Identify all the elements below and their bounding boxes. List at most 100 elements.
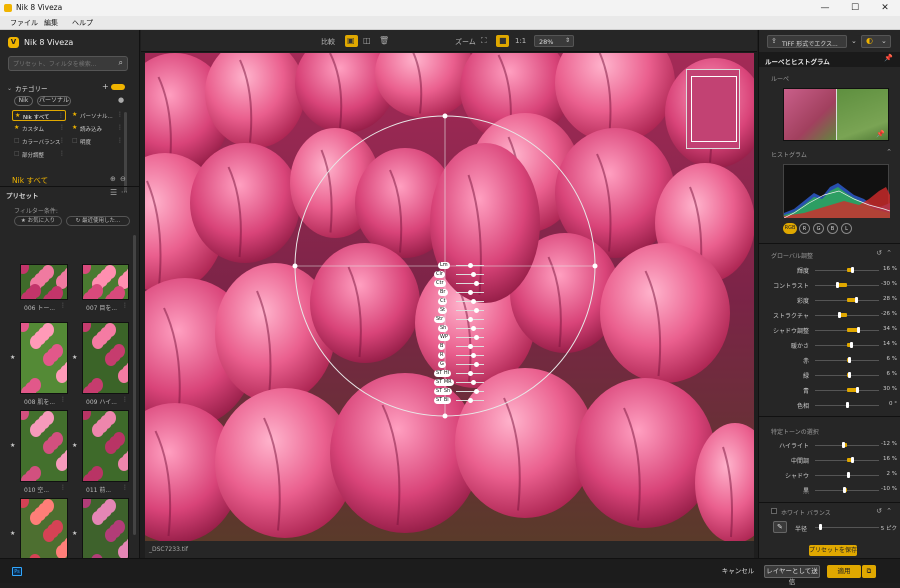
preset-thumbnail[interactable]	[82, 322, 129, 394]
channel-rgb-button[interactable]: RGB	[783, 223, 797, 234]
control-point-tag[interactable]: Str	[434, 316, 446, 323]
add-preset-icon[interactable]: ⊕	[110, 175, 116, 183]
control-point-knob[interactable]	[474, 281, 479, 286]
more-options-icon[interactable]: ⋯	[121, 188, 128, 196]
preset-thumbnail[interactable]	[20, 264, 68, 300]
control-point-tag[interactable]: Ctr	[434, 280, 446, 287]
more-icon[interactable]: ⋮	[117, 111, 123, 118]
search-input[interactable]	[13, 59, 113, 69]
star-icon[interactable]: ★	[72, 124, 77, 131]
navigator-viewport[interactable]	[691, 76, 737, 142]
control-point-slider[interactable]	[456, 337, 484, 338]
save-preset-button[interactable]: プリセットを保存	[809, 545, 857, 556]
search-box[interactable]: ⌕	[8, 56, 128, 71]
control-point-knob[interactable]	[471, 380, 476, 385]
menu-help[interactable]: ヘルプ	[72, 18, 93, 28]
export-chevron-icon[interactable]: ⌄	[851, 37, 857, 45]
slider-knob[interactable]	[857, 327, 860, 333]
global-collapse-icon[interactable]: ⌃	[886, 249, 892, 257]
control-point-slider[interactable]	[456, 310, 484, 311]
star-icon[interactable]: ★	[14, 124, 19, 131]
checkbox[interactable]: □	[14, 150, 20, 157]
more-icon[interactable]: ⋮	[59, 137, 65, 144]
slider-knob[interactable]	[842, 442, 845, 448]
control-point-tag[interactable]: Ct	[438, 298, 448, 305]
slider-knob[interactable]	[836, 282, 839, 288]
star-icon[interactable]: ★	[72, 530, 77, 537]
slider-knob[interactable]	[838, 312, 841, 318]
control-point-knob[interactable]	[474, 389, 479, 394]
send-as-layer-button[interactable]: レイヤーとして送信	[764, 565, 820, 586]
tab-nik[interactable]: Nik	[14, 96, 33, 106]
recent-filter-button[interactable]: ↻ 最近使用した...	[66, 216, 130, 226]
control-point-knob[interactable]	[468, 371, 473, 376]
control-point-knob[interactable]	[474, 335, 479, 340]
control-point-slider[interactable]	[456, 274, 484, 275]
navigator-preview[interactable]	[686, 69, 740, 149]
slider-knob[interactable]	[848, 357, 851, 363]
checkbox[interactable]: □	[14, 137, 20, 144]
loupe-pin-icon[interactable]: 📌	[876, 130, 885, 138]
slider-knob[interactable]	[846, 402, 849, 408]
compare-single-button[interactable]: ▣	[345, 35, 358, 47]
category-item[interactable]: ★ 読み込み ⋮	[70, 123, 124, 134]
apply-options-button[interactable]: ⧉	[862, 565, 876, 578]
control-point-tag[interactable]: R	[438, 352, 446, 359]
pin-icon[interactable]: 📌	[884, 54, 893, 62]
category-item[interactable]: □ 部分調整 ⋮	[12, 149, 66, 160]
control-point-knob[interactable]	[474, 362, 479, 367]
control-point-knob[interactable]	[468, 344, 473, 349]
control-point-tag[interactable]: St	[438, 307, 448, 314]
slider-track[interactable]	[815, 315, 879, 316]
more-icon[interactable]: ⋮	[58, 112, 64, 119]
control-point-tag[interactable]: Lm	[438, 262, 450, 269]
remove-preset-icon[interactable]: ⊖	[120, 175, 126, 183]
maximize-button[interactable]: ☐	[840, 0, 870, 16]
control-point-knob[interactable]	[468, 398, 473, 403]
control-point-slider[interactable]	[456, 355, 484, 356]
category-item[interactable]: □ 明度 ⋮	[70, 136, 124, 147]
control-point-knob[interactable]	[471, 326, 476, 331]
more-icon[interactable]: ⋮	[59, 124, 65, 131]
control-point-tag[interactable]: B	[438, 343, 446, 350]
control-point-knob[interactable]	[468, 317, 473, 322]
zoom-select[interactable]: 28% ⇕	[534, 35, 574, 47]
preset-more-icon[interactable]: ⋮	[122, 396, 128, 403]
control-point-knob[interactable]	[474, 308, 479, 313]
star-icon[interactable]: ★	[10, 354, 15, 361]
menu-file[interactable]: ファイル	[10, 18, 38, 28]
radius-slider-track[interactable]	[815, 527, 879, 528]
slider-knob[interactable]	[851, 267, 854, 273]
star-icon[interactable]: ★	[10, 530, 15, 537]
loupe-view[interactable]: 📌	[783, 88, 889, 141]
cancel-button[interactable]: キャンセル	[720, 566, 756, 577]
control-point-tag[interactable]: Clr	[434, 271, 445, 278]
category-chevron-icon[interactable]: ⌄	[7, 85, 12, 92]
preset-thumbnail[interactable]	[82, 410, 129, 482]
checkbox[interactable]: □	[72, 137, 78, 144]
zoom-fill-button[interactable]: ■	[496, 35, 509, 47]
channel-r-button[interactable]: R	[799, 223, 810, 234]
star-icon[interactable]: ★	[72, 354, 77, 361]
zoom-ratio-button[interactable]: 1:1	[515, 37, 526, 45]
slider-knob[interactable]	[847, 472, 850, 478]
search-icon[interactable]: ⌕	[119, 58, 123, 68]
tab-more-icon[interactable]: ●	[118, 96, 124, 104]
control-point-tag[interactable]: WP	[438, 334, 450, 341]
control-point-panel[interactable]: Lm Clr Ctr Br Ct St Str Sh WP B R G ST HI ST MR ST Sh S…	[434, 262, 500, 422]
compare-split-button[interactable]: ◫	[361, 35, 374, 47]
control-point-tag[interactable]: ST Sh	[434, 388, 453, 395]
more-icon[interactable]: ⋮	[117, 137, 123, 144]
control-point-slider[interactable]	[456, 283, 484, 284]
slider-track[interactable]	[815, 490, 879, 491]
control-point-tag[interactable]: ST MR	[434, 379, 454, 386]
control-point-knob[interactable]	[468, 290, 473, 295]
more-icon[interactable]: ⋮	[117, 124, 123, 131]
control-point-slider[interactable]	[456, 382, 484, 383]
star-icon[interactable]: ★	[72, 442, 77, 449]
favorites-filter-button[interactable]: ★ お気に入り	[14, 216, 62, 226]
list-view-icon[interactable]: ☰	[110, 188, 117, 197]
slider-track[interactable]	[815, 285, 879, 286]
control-point-slider[interactable]	[456, 391, 484, 392]
white-balance-checkbox[interactable]	[771, 508, 777, 514]
